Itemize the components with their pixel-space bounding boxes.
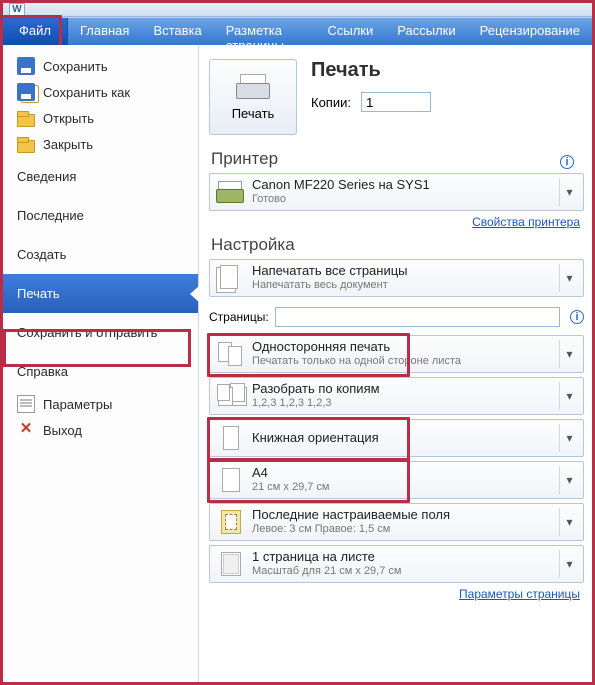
persheet-icon xyxy=(216,550,244,578)
collate-dropdown[interactable]: Разобрать по копиям 1,2,3 1,2,3 1,2,3 ▾ xyxy=(209,377,584,415)
ribbon-tabs: Файл Главная Вставка Разметка страницы С… xyxy=(3,17,592,45)
nav-label: Закрыть xyxy=(43,137,93,152)
margins-dropdown[interactable]: Последние настраиваемые поля Левое: 3 см… xyxy=(209,503,584,541)
printer-properties-link[interactable]: Свойства принтера xyxy=(209,215,580,229)
tab-label: Рассылки xyxy=(397,23,455,38)
nav-label: Печать xyxy=(17,286,60,301)
chevron-down-icon: ▾ xyxy=(559,466,579,494)
nav-label: Справка xyxy=(17,364,68,379)
nav-label: Сохранить и отправить xyxy=(17,325,157,340)
tab-links[interactable]: Ссылки xyxy=(315,18,385,45)
printer-device-icon xyxy=(216,178,244,206)
backstage: Сохранить Сохранить как Открыть Закрыть … xyxy=(3,45,592,682)
chevron-down-icon: ▾ xyxy=(559,264,579,292)
nav-exit[interactable]: ✕ Выход xyxy=(3,417,198,443)
tab-label: Ссылки xyxy=(327,23,373,38)
tab-layout[interactable]: Разметка страницы xyxy=(214,18,316,45)
nav-info[interactable]: Сведения xyxy=(3,157,198,196)
nav-options[interactable]: Параметры xyxy=(3,391,198,417)
copies-input[interactable] xyxy=(361,92,431,112)
chevron-down-icon: ▾ xyxy=(559,508,579,536)
app-icon: W xyxy=(9,3,25,17)
saveas-icon xyxy=(17,83,35,101)
tab-file[interactable]: Файл xyxy=(3,18,68,45)
tab-home[interactable]: Главная xyxy=(68,18,141,45)
pages-row: Страницы: i xyxy=(209,307,584,327)
title-bar: W xyxy=(3,3,592,17)
tab-label: Вставка xyxy=(153,23,201,38)
chevron-down-icon: ▾ xyxy=(559,340,579,368)
dropdown-text: Разобрать по копиям 1,2,3 1,2,3 1,2,3 xyxy=(252,382,551,410)
dropdown-text: A4 21 см x 29,7 см xyxy=(252,466,551,494)
nav-label: Открыть xyxy=(43,111,94,126)
dropdown-text: 1 страница на листе Масштаб для 21 см x … xyxy=(252,550,551,578)
copies-label: Копии: xyxy=(311,95,351,110)
tab-mailings[interactable]: Рассылки xyxy=(385,18,467,45)
persheet-dropdown[interactable]: 1 страница на листе Масштаб для 21 см x … xyxy=(209,545,584,583)
collate-icon xyxy=(216,382,244,410)
nav-label: Последние xyxy=(17,208,84,223)
print-header: Печать Печать Копии: xyxy=(209,59,584,135)
info-icon[interactable]: i xyxy=(570,310,584,324)
open-icon xyxy=(17,109,35,127)
papersize-icon xyxy=(216,466,244,494)
print-button[interactable]: Печать xyxy=(209,59,297,135)
close-icon xyxy=(17,135,35,153)
duplex-icon xyxy=(216,340,244,368)
tab-insert[interactable]: Вставка xyxy=(141,18,213,45)
page-setup-link[interactable]: Параметры страницы xyxy=(209,587,580,601)
chevron-down-icon: ▾ xyxy=(559,550,579,578)
nav-help[interactable]: Справка xyxy=(3,352,198,391)
nav-close[interactable]: Закрыть xyxy=(3,131,198,157)
tab-label: Рецензирование xyxy=(480,23,580,38)
orientation-dropdown[interactable]: Книжная ориентация ▾ xyxy=(209,419,584,457)
papersize-dropdown[interactable]: A4 21 см x 29,7 см ▾ xyxy=(209,461,584,499)
nav-open[interactable]: Открыть xyxy=(3,105,198,131)
nav-new[interactable]: Создать xyxy=(3,235,198,274)
dropdown-text: Последние настраиваемые поля Левое: 3 см… xyxy=(252,508,551,536)
pages-icon xyxy=(216,264,244,292)
tab-label: Главная xyxy=(80,23,129,38)
tab-file-label: Файл xyxy=(19,23,51,38)
backstage-nav: Сохранить Сохранить как Открыть Закрыть … xyxy=(3,45,199,682)
chevron-down-icon: ▾ xyxy=(559,382,579,410)
nav-recent[interactable]: Последние xyxy=(3,196,198,235)
print-panel: Печать Печать Копии: Принтер i Canon MF2… xyxy=(199,45,592,682)
dropdown-text: Книжная ориентация xyxy=(252,431,551,446)
settings-section-label: Настройка xyxy=(211,235,295,254)
print-range-dropdown[interactable]: Напечатать все страницы Напечатать весь … xyxy=(209,259,584,297)
nav-saveas[interactable]: Сохранить как xyxy=(3,79,198,105)
printer-section-label: Принтер xyxy=(211,149,278,168)
nav-label: Выход xyxy=(43,423,82,438)
duplex-dropdown[interactable]: Односторонняя печать Печатать только на … xyxy=(209,335,584,373)
info-icon[interactable]: i xyxy=(560,155,574,169)
options-icon xyxy=(17,395,35,413)
print-button-label: Печать xyxy=(232,106,275,121)
portrait-icon xyxy=(216,424,244,452)
nav-label: Создать xyxy=(17,247,66,262)
tab-review[interactable]: Рецензирование xyxy=(468,18,592,45)
dropdown-text: Напечатать все страницы Напечатать весь … xyxy=(252,264,551,292)
exit-icon: ✕ xyxy=(17,421,35,439)
printer-dropdown[interactable]: Canon MF220 Series на SYS1 Готово ▾ xyxy=(209,173,584,211)
nav-label: Сведения xyxy=(17,169,76,184)
chevron-down-icon: ▾ xyxy=(559,424,579,452)
pages-input[interactable] xyxy=(275,307,560,327)
save-icon xyxy=(17,57,35,75)
nav-label: Сохранить как xyxy=(43,85,130,100)
nav-print[interactable]: Печать xyxy=(3,274,198,313)
nav-label: Параметры xyxy=(43,397,112,412)
nav-save[interactable]: Сохранить xyxy=(3,53,198,79)
chevron-down-icon: ▾ xyxy=(559,178,579,206)
nav-savesend[interactable]: Сохранить и отправить xyxy=(3,313,198,352)
dropdown-text: Односторонняя печать Печатать только на … xyxy=(252,340,551,368)
pages-label: Страницы: xyxy=(209,310,269,324)
margins-icon xyxy=(216,508,244,536)
nav-label: Сохранить xyxy=(43,59,108,74)
printer-icon xyxy=(236,74,270,102)
printer-dropdown-text: Canon MF220 Series на SYS1 Готово xyxy=(252,178,551,206)
copies-row: Копии: xyxy=(311,92,584,112)
print-title: Печать xyxy=(311,59,584,82)
